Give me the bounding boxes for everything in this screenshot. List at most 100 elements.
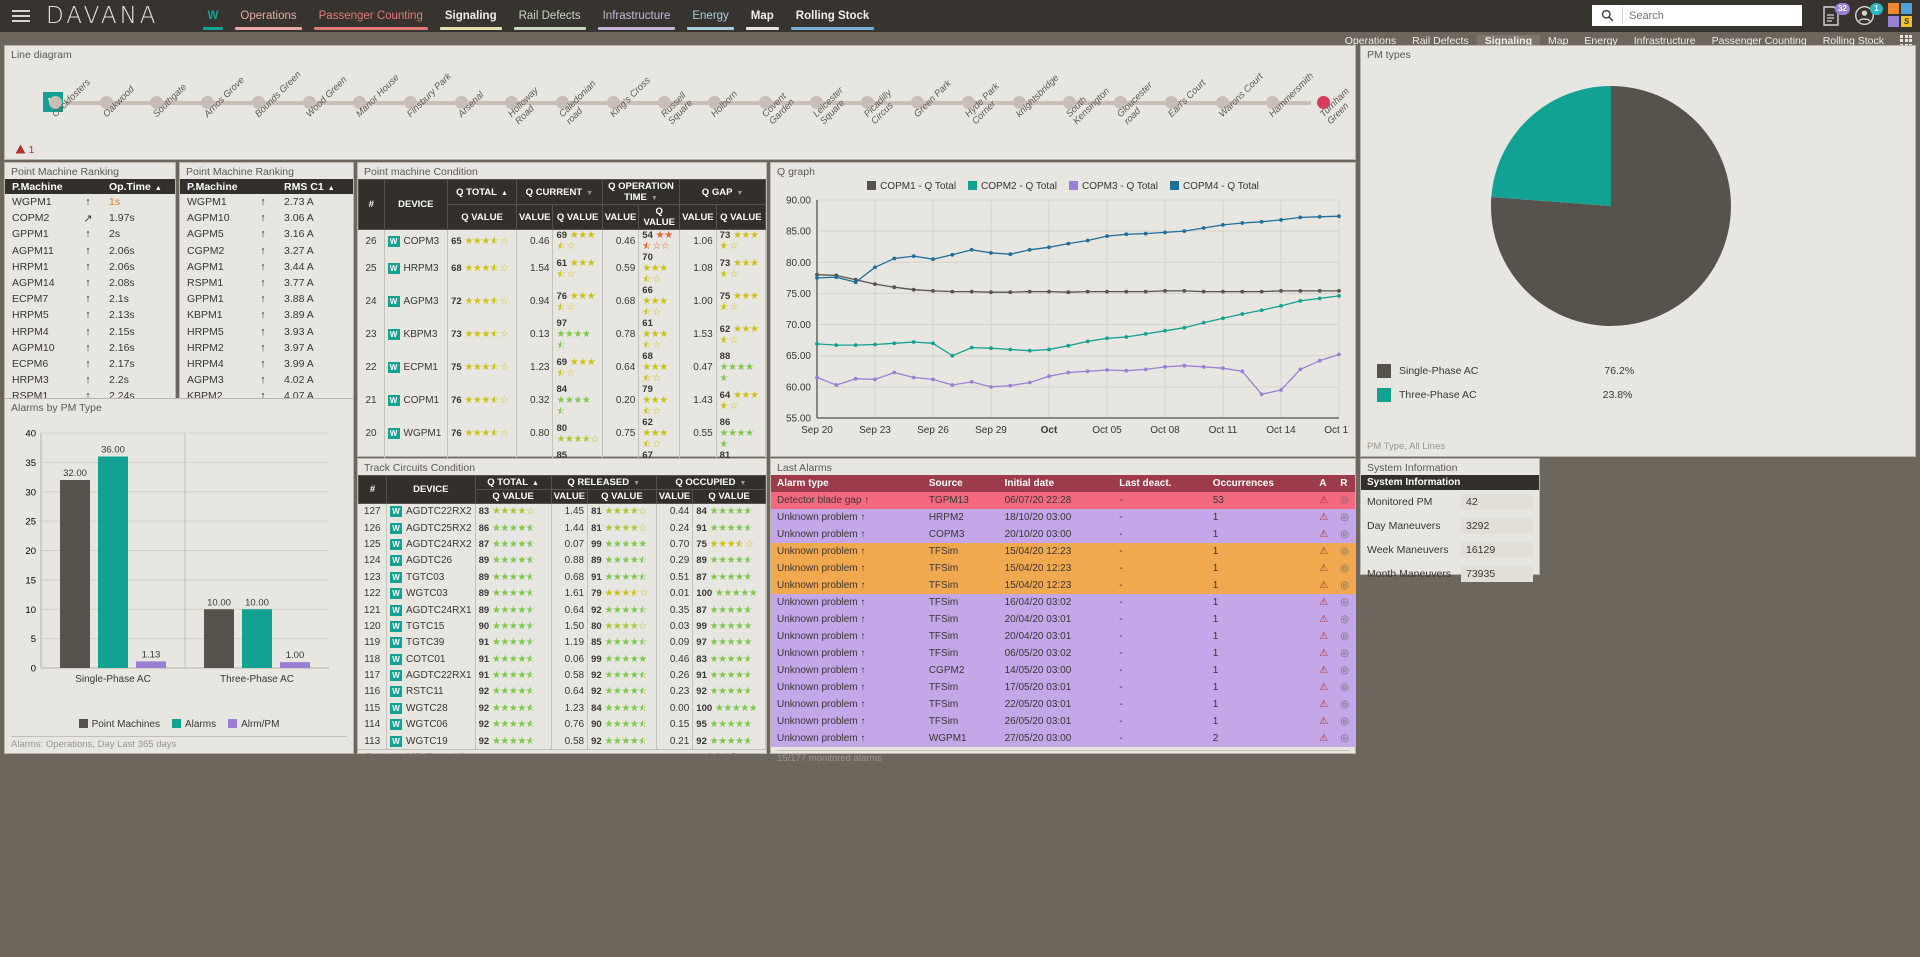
alarm-row[interactable]: Unknown problem ↑ TFSim 15/04/20 12:23 - 1 ⚠ ◎	[771, 543, 1355, 560]
pm-col-qcurrent[interactable]: Q CURRENT	[515, 179, 603, 205]
alarm-col-alarm-type[interactable]: Alarm type	[771, 475, 923, 492]
ranking-row[interactable]: HRPM2 ↑ 3.97 A	[180, 340, 353, 356]
alarm-row[interactable]: Unknown problem ↑ TFSim 16/04/20 03:02 - 1 ⚠ ◎	[771, 594, 1355, 611]
table-row[interactable]: 22 W ECPM1 75 ★★★☆ ★ ☆ 1.23 69 ★★★☆ ★ ☆ 0.64 68 ★★★…	[358, 351, 767, 384]
apps-grid-icon[interactable]: S	[1888, 3, 1912, 27]
alarm-col-source[interactable]: Source	[922, 475, 999, 492]
ranking-row[interactable]: HRPM5 ↑ 2.13s	[5, 307, 175, 323]
alarm-ack-icon[interactable]: ⚠	[1313, 560, 1334, 577]
legend-item[interactable]: Point Machines	[78, 719, 160, 730]
alarm-mute-icon[interactable]: ◎	[1334, 696, 1355, 713]
table-row[interactable]: 124 W AGDTC26 89 ★★★★☆ ★ 0.88 89 ★★★★☆ ★ 0.29 89 …	[358, 552, 766, 570]
table-row[interactable]: 122 W WGTC03 89 ★★★★☆ ★ 1.61 79 ★★★☆ ★ ☆ 0.01 100 …	[358, 585, 766, 602]
legend-item[interactable]: COPM1 - Q Total	[867, 181, 956, 192]
line-alarm-indicator[interactable]: 1	[15, 144, 34, 156]
alarm-ack-icon[interactable]: ⚠	[1313, 594, 1334, 611]
user-icon[interactable]: 1	[1854, 3, 1883, 27]
alarm-ack-icon[interactable]: ⚠	[1313, 645, 1334, 662]
ranking-row[interactable]: WGPM1 ↑ 1s	[5, 194, 175, 210]
ranking-row[interactable]: AGPM10 ↑ 3.06 A	[180, 210, 353, 226]
tc-col-qtotal[interactable]: Q TOTAL	[474, 475, 552, 490]
alarm-mute-icon[interactable]: ◎	[1334, 730, 1355, 747]
alarm-mute-icon[interactable]: ◎	[1334, 662, 1355, 679]
alarm-col-initial-date[interactable]: Initial date	[998, 475, 1114, 492]
pm-col-qgap[interactable]: Q GAP	[679, 179, 766, 205]
search-input[interactable]	[1622, 7, 1792, 24]
table-row[interactable]: 125 W AGDTC24RX2 87 ★★★★☆ ★ 0.07 99 ★★★★★ 0.70 7…	[358, 536, 766, 553]
table-row[interactable]: 23 W KBPM3 73 ★★★☆ ★ ☆ 0.13 97 ★★★★☆ ★ 0.78 61 ★★★…	[358, 318, 767, 351]
alarm-ack-icon[interactable]: ⚠	[1313, 696, 1334, 713]
alarm-row[interactable]: Unknown problem ↑ HRPM2 18/10/20 03:00 - 1 ⚠ ◎	[771, 509, 1355, 526]
alarm-mute-icon[interactable]: ◎	[1334, 509, 1355, 526]
alarm-mute-icon[interactable]: ◎	[1334, 594, 1355, 611]
pm-col-qtotal[interactable]: Q TOTAL	[447, 179, 517, 205]
table-row[interactable]: 20 W WGPM1 76 ★★★☆ ★ ☆ 0.80 80 ★★★★☆ 0.75 62 ★★★☆…	[358, 417, 767, 450]
table-row[interactable]: 118 W COTC01 91 ★★★★☆ ★ 0.06 99 ★★★★★ 0.46 83 ★★…	[358, 651, 766, 668]
ranking-row[interactable]: CGPM2 ↑ 3.27 A	[180, 243, 353, 259]
ranking-row[interactable]: AGPM1 ↑ 3.44 A	[180, 259, 353, 275]
alarm-row[interactable]: Unknown problem ↑ TFSim 17/05/20 03:01 - 1 ⚠ ◎	[771, 679, 1355, 696]
table-row[interactable]: 121 W AGDTC24RX1 89 ★★★★☆ ★ 0.64 92 ★★★★☆ ★ 0.35…	[358, 601, 766, 619]
table-row[interactable]: 26 W COPM3 65 ★★★☆ ★ ☆ 0.46 69 ★★★☆ ★ ☆ 0.46 54 ★★☆…	[358, 229, 767, 252]
alarm-row[interactable]: Unknown problem ↑ TFSim 15/04/20 12:23 - 1 ⚠ ◎	[771, 577, 1355, 594]
alarm-ack-icon[interactable]: ⚠	[1313, 577, 1334, 594]
nav-item-infrastructure[interactable]: Infrastructure	[592, 0, 682, 32]
alarm-row[interactable]: Unknown problem ↑ TFSim 26/05/20 03:01 - 1 ⚠ ◎	[771, 713, 1355, 730]
alarm-mute-icon[interactable]: ◎	[1334, 611, 1355, 628]
alarm-mute-icon[interactable]: ◎	[1334, 492, 1355, 509]
alarm-col-a[interactable]: A	[1313, 475, 1335, 492]
alarm-mute-icon[interactable]: ◎	[1334, 679, 1355, 696]
legend-item[interactable]: Alarms	[171, 719, 216, 730]
alarm-mute-icon[interactable]: ◎	[1334, 543, 1355, 560]
alarm-mute-icon[interactable]: ◎	[1334, 713, 1355, 730]
reports-icon[interactable]: 32	[1822, 3, 1850, 27]
search-box[interactable]	[1592, 5, 1802, 26]
pm-col-device[interactable]: DEVICE	[383, 179, 449, 230]
alarm-ack-icon[interactable]: ⚠	[1313, 713, 1334, 730]
ranking-row[interactable]: HRPM4 ↑ 2.15s	[5, 324, 175, 340]
alarm-row[interactable]: Detector blade gap ↑ TGPM13 06/07/20 22:28…	[771, 492, 1355, 509]
ranking-row[interactable]: KBPM1 ↑ 3.89 A	[180, 307, 353, 323]
ranking1-col-optime[interactable]: Op.Time	[109, 181, 175, 193]
table-row[interactable]: 21 W COPM1 76 ★★★☆ ★ ☆ 0.32 84 ★★★★☆ ★ 0.20 79 ★★★…	[358, 384, 767, 417]
ranking2-col-machine[interactable]: P.Machine	[180, 181, 242, 193]
ranking1-col-machine[interactable]: P.Machine	[5, 181, 67, 193]
table-row[interactable]: 120 W TGTC15 90 ★★★★☆ ★ 1.50 80 ★★★★☆ 0.03 99 ★★…	[358, 618, 766, 635]
table-row[interactable]: 127 W AGDTC22RX2 83 ★★★★☆ 1.45 81 ★★★★☆ 0.44 84…	[358, 503, 766, 520]
alarm-mute-icon[interactable]: ◎	[1334, 577, 1355, 594]
table-row[interactable]: 119 W TGTC39 91 ★★★★☆ ★ 1.19 85 ★★★★☆ ★ 0.09 97 ★…	[358, 634, 766, 652]
legend-item[interactable]: COPM4 - Q Total	[1169, 181, 1259, 192]
nav-item-map[interactable]: Map	[740, 0, 785, 32]
alarm-ack-icon[interactable]: ⚠	[1313, 509, 1334, 526]
nav-item-energy[interactable]: Energy	[681, 0, 739, 32]
nav-item-passenger-counting[interactable]: Passenger Counting	[308, 0, 434, 32]
ranking-row[interactable]: AGPM14 ↑ 2.08s	[5, 275, 175, 291]
table-row[interactable]: 123 W TGTC03 89 ★★★★☆ ★ 0.68 91 ★★★★☆ ★ 0.51 87 ★…	[358, 569, 766, 586]
table-row[interactable]: 114 W WGTC06 92 ★★★★☆ ★ 0.76 90 ★★★★☆ ★ 0.15 95 ★…	[358, 716, 766, 733]
table-row[interactable]: 113 W WGTC19 92 ★★★★☆ ★ 0.58 92 ★★★★☆ ★ 0.21 92 ★…	[358, 732, 766, 750]
tc-col-qoccupied[interactable]: Q OCCUPIED	[655, 475, 767, 490]
alarm-ack-icon[interactable]: ⚠	[1313, 730, 1334, 747]
alarm-row[interactable]: Unknown problem ↑ TFSim 20/04/20 03:01 - 1 ⚠ ◎	[771, 628, 1355, 645]
alarm-ack-icon[interactable]: ⚠	[1313, 543, 1334, 560]
legend-item[interactable]: Alrm/PM	[228, 719, 279, 730]
ranking-row[interactable]: GPPM1 ↑ 2s	[5, 226, 175, 242]
table-row[interactable]: 25 W HRPM3 68 ★★★☆ ★ ☆ 1.54 61 ★★★☆ ★ ☆ 0.59 70 ★★★…	[358, 252, 767, 285]
ranking-row[interactable]: RSPM1 ↑ 3.77 A	[180, 275, 353, 291]
ranking-row[interactable]: COPM2 ↗ 1.97s	[5, 210, 175, 226]
table-row[interactable]: 126 W AGDTC25RX2 86 ★★★★☆ ★ 1.44 81 ★★★★☆ 0.24 9…	[358, 519, 766, 537]
menu-icon[interactable]	[0, 10, 42, 22]
ranking-row[interactable]: HRPM5 ↑ 3.93 A	[180, 324, 353, 340]
legend-item[interactable]: COPM2 - Q Total	[968, 181, 1057, 192]
ranking-row[interactable]: ECPM6 ↑ 2.17s	[5, 356, 175, 372]
tc-col-device[interactable]: DEVICE	[386, 475, 476, 504]
table-row[interactable]: 115 W WGTC28 92 ★★★★☆ ★ 1.23 84 ★★★★☆ ★ 0.00 100 …	[358, 700, 766, 717]
alarm-col-r[interactable]: R	[1334, 475, 1355, 492]
nav-line-w[interactable]: W	[197, 0, 230, 32]
ranking2-col-rms[interactable]: RMS C1	[284, 181, 353, 193]
ranking-row[interactable]: HRPM4 ↑ 3.99 A	[180, 356, 353, 372]
alarm-mute-icon[interactable]: ◎	[1334, 560, 1355, 577]
ranking-row[interactable]: AGPM11 ↑ 2.06s	[5, 243, 175, 259]
alarm-row[interactable]: Unknown problem ↑ TFSim 06/05/20 03:02 - 1 ⚠ ◎	[771, 645, 1355, 662]
alarm-row[interactable]: Unknown problem ↑ TFSim 15/04/20 12:23 - 1 ⚠ ◎	[771, 560, 1355, 577]
